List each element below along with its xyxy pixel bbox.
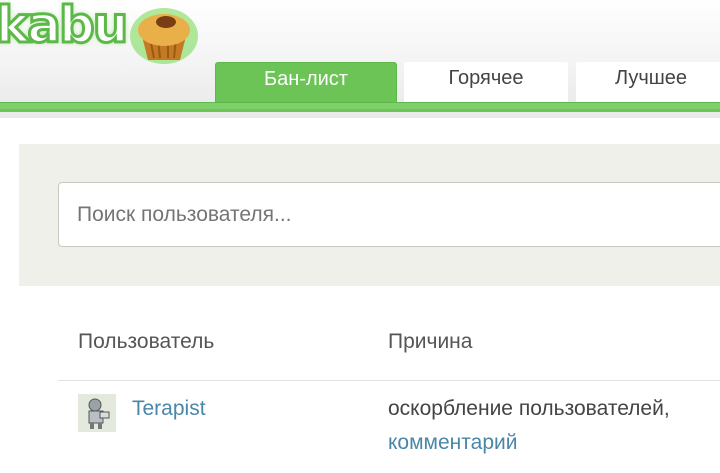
user-search-input[interactable]	[58, 182, 720, 247]
logo-text: kabu	[0, 0, 130, 56]
column-header-reason: Причина	[388, 330, 473, 353]
column-header-user: Пользователь	[78, 330, 215, 353]
cupcake-icon	[130, 8, 198, 64]
header-accent-bar	[0, 102, 720, 109]
tab-ban-list[interactable]: Бан-лист	[215, 62, 397, 102]
ban-reason-text: оскорбление пользователей,	[388, 397, 670, 420]
avatar[interactable]	[78, 394, 116, 432]
robot-avatar-icon	[78, 394, 116, 432]
table-divider	[58, 380, 720, 381]
tab-hot[interactable]: Горячее	[404, 62, 568, 102]
header-accent-line	[0, 109, 720, 112]
tab-best[interactable]: Лучшее	[576, 62, 720, 102]
site-logo[interactable]: kabu	[0, 0, 206, 74]
reason-comment-link[interactable]: комментарий	[388, 431, 517, 455]
banned-user-link[interactable]: Terapist	[132, 397, 206, 421]
